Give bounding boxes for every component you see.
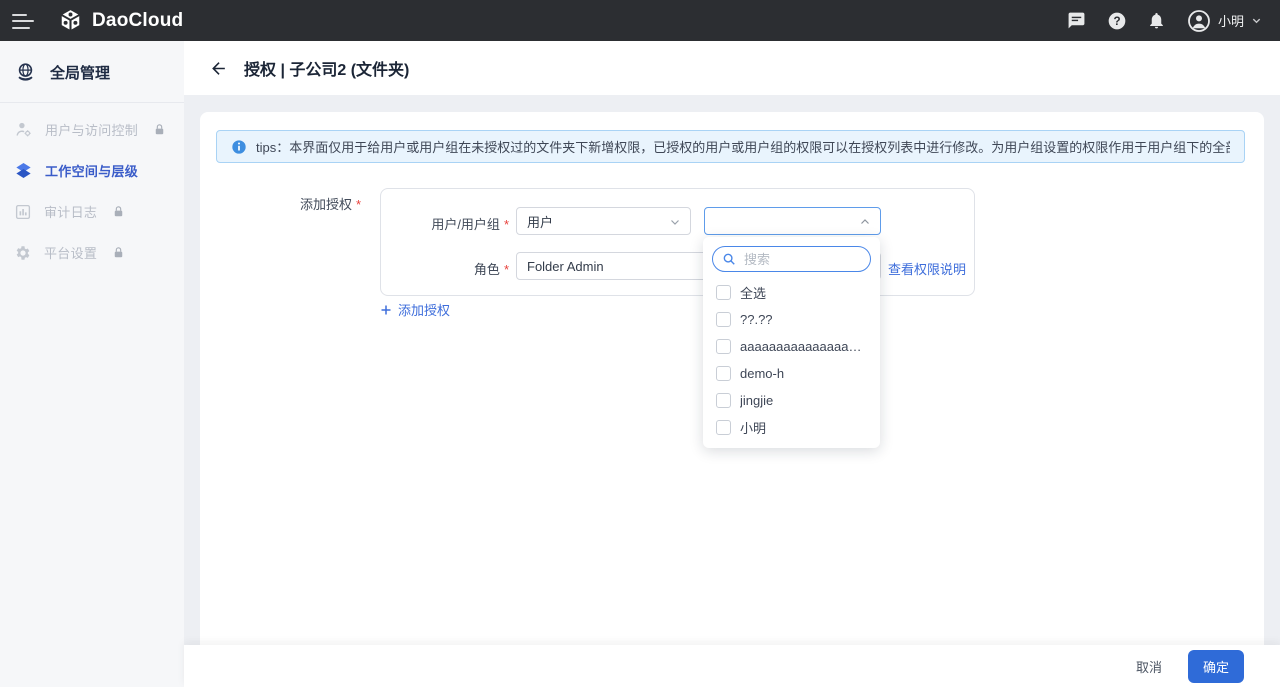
chevron-down-icon [669,216,681,231]
user-gear-icon [14,120,33,139]
brand[interactable]: DaoCloud [58,8,183,33]
top-bar-left: DaoCloud [12,8,183,33]
authorization-group: 用户/用户组* 用户 [380,188,975,296]
globe-icon [14,61,37,84]
sidebar-item-label: 审计日志 [44,202,97,221]
add-authorization-link-label: 添加授权 [398,300,450,319]
subject-type-select[interactable]: 用户 [516,207,691,235]
title-bar: 授权 | 子公司2 (文件夹) [184,41,1280,95]
main-area: 授权 | 子公司2 (文件夹) tips：本界面仅用于给用户或用户组在未授权过的… [184,41,1280,687]
dropdown-option[interactable]: jingjie [703,387,880,414]
back-button[interactable] [208,58,228,78]
page-title: 授权 | 子公司2 (文件夹) [244,56,409,80]
search-icon [722,252,736,271]
chevron-down-icon [1251,15,1262,26]
feedback-chat-icon[interactable] [1067,11,1087,31]
avatar [1187,9,1211,33]
user-menu[interactable]: 小明 [1187,9,1262,33]
required-mark: * [356,197,361,212]
tips-banner: tips：本界面仅用于给用户或用户组在未授权过的文件夹下新增权限，已授权的用户或… [216,130,1245,163]
sidebar-title[interactable]: 全局管理 [0,41,184,102]
info-icon [231,139,247,155]
user-dropdown-panel: 全选 ??.?? aaaaaaaaaaaaaaaaaaaa... demo-h … [703,237,880,448]
lock-icon [111,204,126,219]
lock-icon [111,245,126,260]
role-label: 角色* [381,259,509,278]
audit-chart-icon [14,203,32,221]
add-authorization-label: 添加授权* [300,194,361,213]
required-mark: * [504,217,509,232]
view-permissions-link[interactable]: 查看权限说明 [888,259,966,278]
option-label: ??.?? [740,312,773,327]
confirm-button[interactable]: 确定 [1188,650,1244,683]
sidebar-divider [0,102,184,103]
sidebar-item-audit-logs[interactable]: 审计日志 [0,191,184,232]
top-bar: DaoCloud ? [0,0,1280,41]
user-name: 小明 [1218,11,1244,30]
sidebar-item-label: 工作空间与层级 [45,161,138,180]
option-label: aaaaaaaaaaaaaaaaaaaa... [740,339,867,354]
plus-icon [380,304,392,316]
checkbox[interactable] [716,312,731,327]
checkbox[interactable] [716,420,731,435]
subject-row: 用户/用户组* 用户 [381,207,974,235]
tips-text: tips：本界面仅用于给用户或用户组在未授权过的文件夹下新增权限，已授权的用户或… [256,137,1230,156]
option-label: jingjie [740,393,773,408]
sidebar-item-user-access-control[interactable]: 用户与访问控制 [0,109,184,150]
sidebar-item-label: 用户与访问控制 [45,120,138,139]
svg-text:?: ? [1113,15,1120,28]
option-label: 全选 [740,283,766,302]
daocloud-logo-icon [58,8,83,33]
help-icon[interactable]: ? [1107,11,1127,31]
dropdown-option[interactable]: 小明 [703,414,880,441]
notification-bell-icon[interactable] [1147,11,1167,31]
add-authorization-link[interactable]: 添加授权 [380,300,450,319]
sidebar-item-workspace-hierarchy[interactable]: 工作空间与层级 [0,150,184,191]
checkbox[interactable] [716,366,731,381]
dropdown-option-select-all[interactable]: 全选 [703,279,880,306]
gear-icon [14,244,32,262]
option-label: 小明 [740,418,766,437]
required-mark: * [504,262,509,277]
checkbox[interactable] [716,393,731,408]
option-label: demo-h [740,366,784,381]
cancel-button[interactable]: 取消 [1136,657,1162,676]
dropdown-option[interactable]: aaaaaaaaaaaaaaaaaaaa... [703,333,880,360]
footer-action-bar: 取消 确定 [184,645,1280,687]
menu-toggle-icon[interactable] [12,13,36,29]
sidebar-item-platform-settings[interactable]: 平台设置 [0,232,184,273]
lock-icon [152,122,167,137]
sidebar-item-label: 平台设置 [44,243,97,262]
dropdown-option[interactable]: demo-h [703,360,880,387]
checkbox[interactable] [716,285,731,300]
subject-type-value: 用户 [527,212,553,231]
sidebar-title-label: 全局管理 [50,62,110,83]
content-card: tips：本界面仅用于给用户或用户组在未授权过的文件夹下新增权限，已授权的用户或… [200,112,1264,645]
dropdown-option[interactable]: ??.?? [703,306,880,333]
subject-target-select[interactable] [704,207,881,235]
role-value: Folder Admin [527,259,604,274]
sidebar: 全局管理 用户与访问控制 [0,41,184,687]
sidebar-nav: 用户与访问控制 工作空间与层级 [0,109,184,273]
dropdown-search [712,246,871,272]
workspace-diamond-icon [14,161,33,180]
checkbox[interactable] [716,339,731,354]
subject-label: 用户/用户组* [381,214,509,233]
role-row: 角色* Folder Admin [381,252,974,280]
top-bar-right: ? 小明 [1067,9,1262,33]
brand-name: DaoCloud [92,10,183,32]
chevron-up-icon [859,216,871,231]
app: DaoCloud ? [0,0,1280,687]
